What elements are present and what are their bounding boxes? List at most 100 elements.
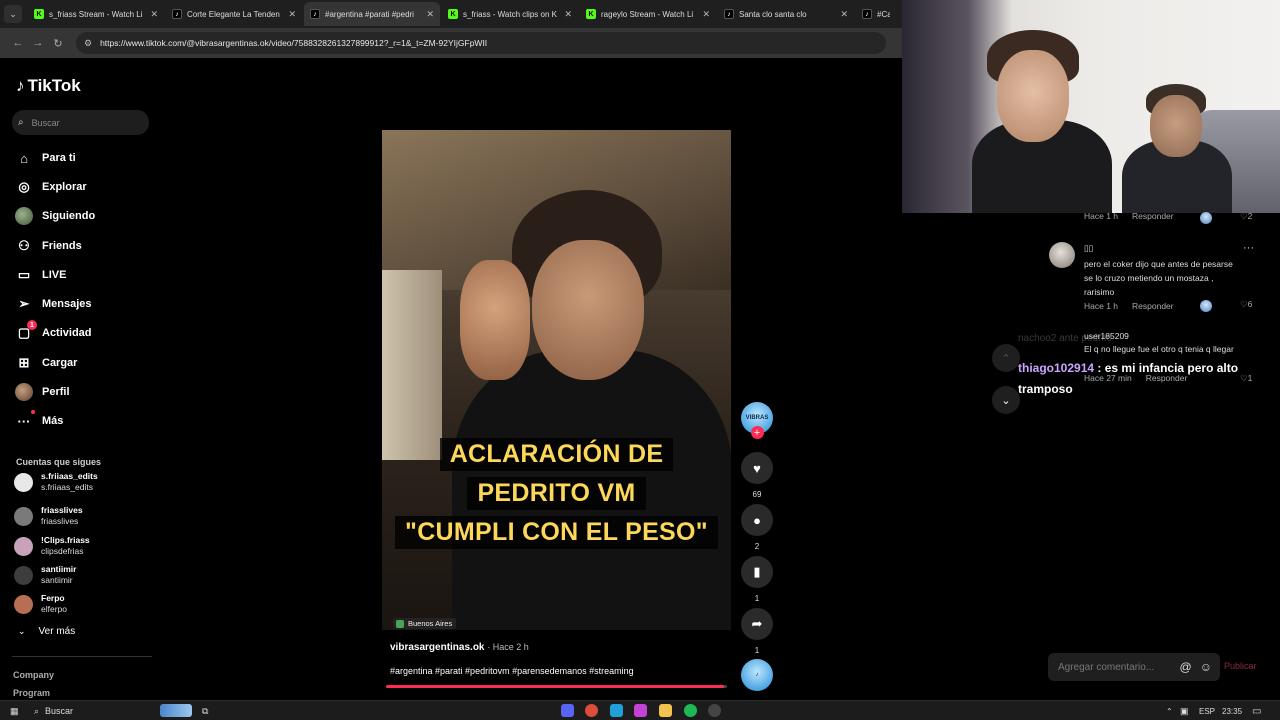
location-tag[interactable]: Buenos Aires <box>393 618 457 629</box>
nav-cargar[interactable]: ⊞ Cargar <box>15 352 78 374</box>
publish-button[interactable]: Publicar <box>1224 661 1257 671</box>
messages-icon: ➢ <box>18 296 30 311</box>
file-explorer-icon[interactable] <box>659 704 672 717</box>
browser-tab[interactable]: Ks_friass - Watch clips on K ✕ <box>442 2 578 26</box>
share-button[interactable]: ➦ 1 <box>741 608 773 655</box>
previous-video-button[interactable]: ⌃ <box>992 344 1020 372</box>
widgets-icon[interactable] <box>160 704 192 717</box>
nav-live[interactable]: ▭ LIVE <box>15 264 67 286</box>
tray-chevron-icon[interactable]: ⌃ <box>1166 703 1173 719</box>
back-icon[interactable]: ← <box>8 37 28 49</box>
like-button[interactable]: ♥ 69 <box>741 452 773 499</box>
profile-avatar-icon <box>15 383 33 401</box>
video-player[interactable]: ACLARACIÓN DE PEDRITO VM "CUMPLI CON EL … <box>382 130 731 630</box>
chat-username: thiago102914 <box>1018 361 1095 375</box>
video-caption-line: "CUMPLI CON EL PESO" <box>382 516 731 549</box>
author-profile-button[interactable]: VIBRAS + <box>741 402 773 439</box>
site-info-icon[interactable]: ⚙ <box>84 38 92 49</box>
sidebar: ♪ TikTok ⌕ Buscar ⌂ Para ti ◎ Explorar Sigui… <box>0 58 158 700</box>
edge-icon[interactable] <box>610 704 623 717</box>
language-indicator[interactable]: ESP <box>1199 703 1215 719</box>
chrome-icon[interactable] <box>585 704 598 717</box>
browser-tab[interactable]: ♪ Corte Elegante La Tenden ✕ <box>166 2 302 26</box>
notifications-icon[interactable]: ▭ <box>1252 703 1261 719</box>
taskbar-search[interactable]: ⌕ Buscar <box>34 703 73 719</box>
sound-disc-button[interactable]: ♪ <box>741 659 773 691</box>
close-tab-icon[interactable]: ✕ <box>150 9 158 20</box>
friends-icon: ⚇ <box>18 238 30 253</box>
more-options-icon[interactable]: ··· <box>1243 242 1254 254</box>
video-caption-line: PEDRITO VM <box>382 477 731 510</box>
close-tab-icon[interactable]: ✕ <box>564 9 572 20</box>
url-text: https://www.tiktok.com/@vibrasargentinas… <box>100 38 488 48</box>
tab-search-icon[interactable]: ⌄ <box>4 5 22 23</box>
reply-link[interactable]: Responder <box>1132 211 1174 221</box>
nav-friends[interactable]: ⚇ Friends <box>15 235 82 257</box>
reply-link[interactable]: Responder <box>1132 301 1174 311</box>
comment-like[interactable]: ♡2 <box>1240 211 1252 222</box>
url-field[interactable]: ⚙ https://www.tiktok.com/@vibrasargentin… <box>76 32 886 54</box>
mention-icon[interactable]: @ <box>1180 660 1192 674</box>
close-tab-icon[interactable]: ✕ <box>288 9 296 20</box>
browser-tab[interactable]: ♪ Santa clo santa clo ✕ <box>718 2 854 26</box>
following-account[interactable]: Ferpo elferpo <box>14 592 154 616</box>
video-time: · Hace 2 h <box>487 642 529 652</box>
close-tab-icon[interactable]: ✕ <box>840 9 848 20</box>
close-tab-icon[interactable]: ✕ <box>426 9 434 20</box>
following-account[interactable]: s.friiaas_edits s.friiaas_edits <box>14 470 154 494</box>
emoji-icon[interactable]: ☺ <box>1200 660 1212 674</box>
comment-username[interactable]: ▯▯ <box>1084 243 1264 254</box>
browser-tab[interactable]: Krageylo Stream - Watch Li ✕ <box>580 2 716 26</box>
video-progress-bar[interactable] <box>386 685 727 688</box>
search-input[interactable]: ⌕ Buscar <box>12 110 149 135</box>
reply-link[interactable]: Responder <box>1146 373 1188 383</box>
discord-icon[interactable] <box>561 704 574 717</box>
network-icon[interactable]: ▣ <box>1180 703 1189 719</box>
share-count: 1 <box>754 646 760 655</box>
comment-username[interactable]: user185209 <box>1084 331 1274 341</box>
follow-plus-icon[interactable]: + <box>750 426 764 439</box>
nav-para-ti[interactable]: ⌂ Para ti <box>15 147 76 169</box>
footer-company-link[interactable]: Company <box>13 670 54 680</box>
nav-mas[interactable]: ··· Más <box>15 410 63 432</box>
reload-icon[interactable]: ↻ <box>48 37 68 50</box>
nav-explorar[interactable]: ◎ Explorar <box>15 176 86 198</box>
footer-program-link[interactable]: Program <box>13 688 50 698</box>
forward-icon[interactable]: → <box>28 37 48 49</box>
tiktok-icon: ♪ <box>310 9 320 19</box>
nav-mensajes[interactable]: ➢ Mensajes <box>15 293 92 315</box>
following-account[interactable]: friasslives friasslives <box>14 504 154 528</box>
ver-mas-link[interactable]: ⌄ Ver más <box>18 626 75 637</box>
video-author-line: vibrasargentinas.ok · Hace 2 h <box>390 642 529 653</box>
heart-outline-icon: ♡ <box>1240 373 1248 383</box>
app-icon[interactable] <box>634 704 647 717</box>
comment-text-line: pero el coker dijo que antes de pesarse <box>1084 259 1233 269</box>
close-tab-icon[interactable]: ✕ <box>702 9 710 20</box>
next-video-button[interactable]: ⌄ <box>992 386 1020 414</box>
comment-like[interactable]: ♡1 <box>1240 373 1252 384</box>
save-button[interactable]: ▮ 1 <box>741 556 773 603</box>
video-hashtags[interactable]: #argentina #parati #pedritovm #parensede… <box>390 666 634 676</box>
obs-icon[interactable] <box>708 704 721 717</box>
clock[interactable]: 23:35 <box>1222 703 1242 719</box>
following-account[interactable]: santiimir santiimir <box>14 563 154 587</box>
search-icon: ⌕ <box>18 117 24 128</box>
windows-start-icon[interactable]: ▦ <box>10 703 19 719</box>
comment-like[interactable]: ♡6 <box>1240 299 1252 310</box>
nav-actividad[interactable]: ▢ 1 Actividad <box>15 320 92 344</box>
avatar <box>14 506 33 526</box>
browser-tab[interactable]: Ks_friass Stream - Watch Li ✕ <box>28 2 164 26</box>
video-username[interactable]: vibrasargentinas.ok <box>390 642 484 653</box>
comment-button[interactable]: ● 2 <box>741 504 773 551</box>
spotify-icon[interactable] <box>684 704 697 717</box>
following-account[interactable]: !Clips.friass clipsdefrias <box>14 534 154 558</box>
nav-perfil[interactable]: Perfil <box>15 381 70 403</box>
commenter-avatar[interactable] <box>1049 242 1075 268</box>
browser-tab-active[interactable]: ♪ #argentina #parati #pedri ✕ <box>304 2 440 26</box>
task-view-icon[interactable]: ⧉ <box>202 703 208 719</box>
comment-input[interactable]: Agregar comentario... @ ☺ <box>1048 653 1220 681</box>
search-icon: ⌕ <box>34 705 40 716</box>
tiktok-logo[interactable]: ♪ TikTok <box>16 76 81 96</box>
nav-siguiendo[interactable]: Siguiendo <box>15 205 95 227</box>
browser-tab[interactable]: ♪#CapC <box>856 2 896 26</box>
